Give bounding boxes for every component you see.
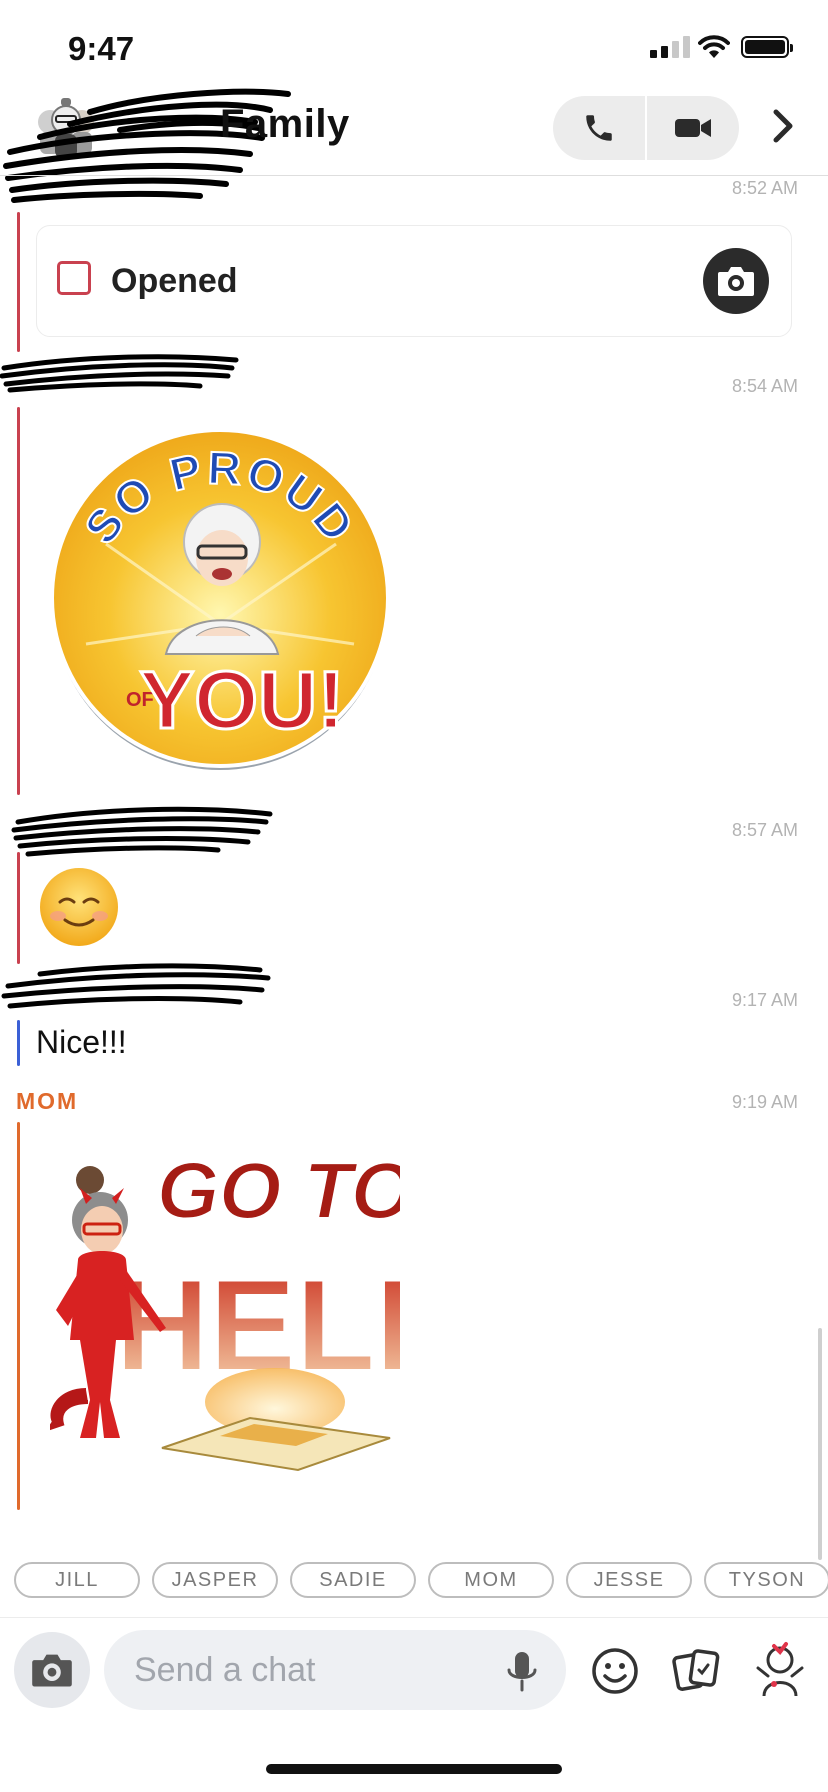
- signal-icon: [650, 36, 690, 58]
- message-text: Nice!!!: [36, 1024, 127, 1060]
- opened-label: Opened: [111, 262, 238, 300]
- timestamp: 8:57 AM: [731, 820, 798, 840]
- chip-sadie[interactable]: SADIE: [290, 1562, 416, 1598]
- battery-icon: [741, 36, 793, 58]
- video-call-button[interactable]: [647, 96, 739, 160]
- chevron-right-icon[interactable]: [770, 106, 796, 146]
- timestamp: 9:19 AM: [731, 1092, 798, 1112]
- timestamp: 9:17 AM: [731, 990, 798, 1010]
- chat-title[interactable]: Family: [220, 102, 350, 147]
- sender-bar: [17, 212, 20, 352]
- wifi-icon: [698, 35, 730, 58]
- redaction-scribble: [1, 963, 271, 1009]
- camera-icon: [32, 1654, 72, 1687]
- scrollbar[interactable]: [818, 1328, 822, 1560]
- timestamp: 8:52 AM: [731, 178, 798, 198]
- mention-chips: JILL JASPER SADIE MOM JESSE TYSON: [14, 1562, 828, 1598]
- sticker-line1-text: GO TO: [157, 1146, 400, 1235]
- so-proud-sticker[interactable]: SO PROUD OF YOU!: [46, 424, 394, 772]
- go-to-hell-sticker[interactable]: GO TO HELL: [50, 1140, 400, 1495]
- chip-mom[interactable]: MOM: [428, 1562, 554, 1598]
- video-camera-icon: [675, 119, 711, 137]
- timestamp: 8:54 AM: [731, 376, 798, 396]
- voice-call-button[interactable]: [553, 96, 645, 160]
- sender-bar: [17, 1122, 20, 1510]
- composer-divider: [0, 1617, 828, 1618]
- header-divider: [0, 175, 828, 176]
- chip-jill[interactable]: JILL: [14, 1562, 140, 1598]
- chip-tyson[interactable]: TYSON: [704, 1562, 828, 1598]
- camera-icon: [718, 267, 754, 296]
- chat-input[interactable]: [104, 1630, 566, 1710]
- emoji-icon[interactable]: [590, 1646, 640, 1696]
- sender-bar: [17, 407, 20, 795]
- reply-camera-button[interactable]: [703, 248, 769, 314]
- sender-bar: [17, 1020, 20, 1066]
- cards-icon[interactable]: [672, 1646, 722, 1696]
- microphone-icon[interactable]: [500, 1648, 544, 1694]
- camera-button[interactable]: [14, 1632, 90, 1708]
- sender-name: MOM: [16, 1088, 79, 1114]
- snap-status-card[interactable]: Opened: [36, 225, 792, 337]
- sender-bar: [17, 852, 20, 964]
- call-actions: [553, 96, 739, 160]
- bitmoji-icon[interactable]: [752, 1640, 808, 1700]
- home-indicator: [266, 1764, 562, 1774]
- chip-jasper[interactable]: JASPER: [152, 1562, 278, 1598]
- smiling-face-emoji: [40, 868, 118, 946]
- redaction-scribble: [11, 806, 273, 857]
- sticker-big-text: YOU!: [140, 655, 345, 746]
- opened-square-icon: [57, 261, 91, 295]
- status-time: 9:47: [68, 30, 135, 67]
- redaction-scribble: [0, 354, 239, 393]
- phone-icon: [586, 115, 612, 141]
- chip-jesse[interactable]: JESSE: [566, 1562, 692, 1598]
